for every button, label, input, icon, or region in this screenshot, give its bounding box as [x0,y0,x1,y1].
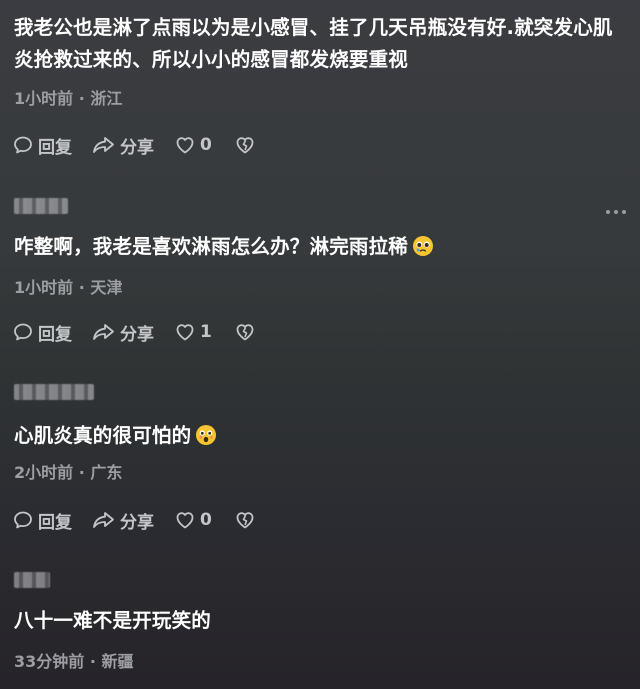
username-blurred [14,198,68,214]
share-button[interactable]: 分享 [92,320,154,345]
meta-separator: · [78,278,85,297]
broken-heart-icon [236,324,254,341]
reply-label: 回复 [38,137,72,158]
username-blurred [14,572,50,588]
more-dot [622,210,626,214]
comment-item: 心肌炎真的很可怕的 2小时前 · 广东 回复 分享 0 [0,378,640,548]
dislike-button[interactable] [234,321,256,343]
broken-heart-icon [236,137,254,154]
comment-actions: 回复 分享 1 [12,320,256,345]
like-count: 0 [200,510,212,530]
reply-button[interactable]: 回复 [12,133,72,158]
more-options-button[interactable] [606,210,626,214]
meta-separator: · [78,463,85,482]
meta-separator: · [89,652,96,671]
comment-text: 心肌炎真的很可怕的 [14,420,626,452]
comment-meta: 2小时前 · 广东 [14,459,122,483]
reply-label: 回复 [38,512,72,533]
comment-text-body: 咋整啊，我老是喜欢淋雨怎么办？淋完雨拉稀 [14,235,409,258]
heart-icon [176,137,194,154]
heart-icon [176,324,194,341]
like-button[interactable]: 0 [174,509,212,531]
heart-icon [176,512,194,529]
like-count: 1 [200,322,212,342]
username-blurred [14,384,94,400]
share-arrow-icon [93,137,114,153]
comment-time: 1小时前 [14,278,74,297]
comment-actions: 回复 分享 0 [12,508,256,533]
more-dot [614,210,618,214]
comment-item: 咋整啊，我老是喜欢淋雨怎么办？淋完雨拉稀 1小时前 · 天津 回复 分享 1 [0,190,640,360]
like-button[interactable]: 0 [174,134,212,156]
share-label: 分享 [120,324,154,345]
comment-bubble-icon [14,323,32,341]
comment-meta: 1小时前 · 天津 [14,274,122,298]
comment-text: 我老公也是淋了点雨以为是小感冒、挂了几天吊瓶没有好.就突发心肌炎抢救过来的、所以… [14,16,613,71]
pleading-face-icon [413,236,434,256]
share-button[interactable]: 分享 [92,508,154,533]
reply-button[interactable]: 回复 [12,508,72,533]
reply-button[interactable]: 回复 [12,320,72,345]
comment-location: 广东 [90,463,123,482]
dislike-button[interactable] [234,509,256,531]
comment-meta: 33分钟前 · 新疆 [14,648,134,672]
share-button[interactable]: 分享 [92,133,154,158]
comment-meta: 1小时前 · 浙江 [14,85,122,109]
comment-time: 1小时前 [14,89,74,108]
comment-location: 天津 [90,278,123,297]
comment-item: 八十一难不是开玩笑的 33分钟前 · 新疆 [0,566,640,689]
comment-bubble-icon [14,136,32,154]
comment-text: 八十一难不是开玩笑的 [14,609,212,632]
comment-time: 2小时前 [14,463,74,482]
dislike-button[interactable] [234,134,256,156]
like-button[interactable]: 1 [174,321,212,343]
share-arrow-icon [93,324,114,340]
fearful-face-icon [196,425,217,445]
comment-bubble-icon [14,511,32,529]
comment-item: 我老公也是淋了点雨以为是小感冒、挂了几天吊瓶没有好.就突发心肌炎抢救过来的、所以… [0,0,640,170]
meta-separator: · [78,89,85,108]
comment-text-body: 心肌炎真的很可怕的 [14,424,192,447]
broken-heart-icon [236,512,254,529]
comment-location: 新疆 [101,652,134,671]
more-dot [606,210,610,214]
comment-actions: 回复 分享 0 [12,133,256,158]
share-arrow-icon [93,512,114,528]
comment-location: 浙江 [90,89,123,108]
share-label: 分享 [120,512,154,533]
comment-time: 33分钟前 [14,652,85,671]
like-count: 0 [200,135,212,155]
reply-label: 回复 [38,324,72,345]
share-label: 分享 [120,137,154,158]
comment-text: 咋整啊，我老是喜欢淋雨怎么办？淋完雨拉稀 [14,231,626,263]
